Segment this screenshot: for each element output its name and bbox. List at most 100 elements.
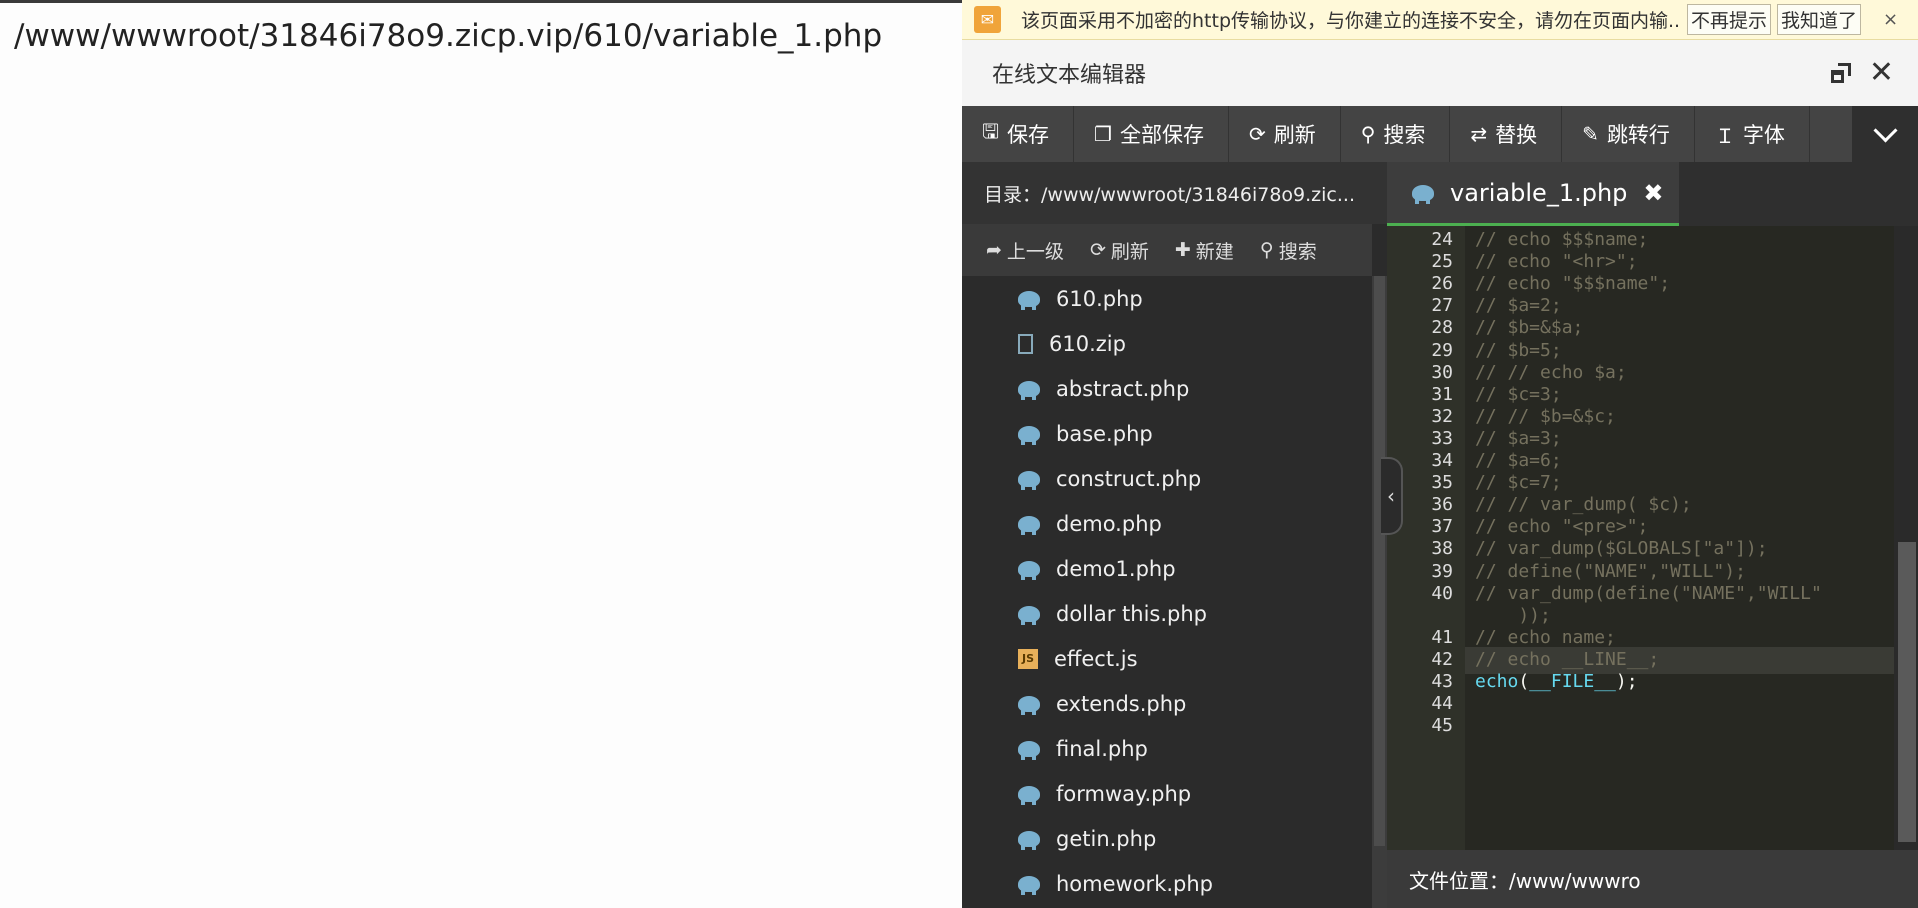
tab-variable-1[interactable]: variable_1.php ✖ bbox=[1387, 162, 1679, 226]
code-line: )); bbox=[1475, 604, 1551, 626]
zip-file-icon bbox=[1018, 333, 1033, 354]
more-tools-button[interactable] bbox=[1852, 106, 1918, 162]
php-file-icon bbox=[1412, 184, 1434, 204]
search-icon: ⚲ bbox=[1259, 239, 1274, 261]
file-item[interactable]: homework.php bbox=[962, 861, 1372, 906]
replace-icon: ⇄ bbox=[1470, 122, 1488, 146]
php-file-icon bbox=[1018, 785, 1040, 805]
search-label: 搜索 bbox=[1383, 123, 1426, 147]
file-name: homework.php bbox=[1056, 871, 1213, 896]
replace-button[interactable]: ⇄ 替换 bbox=[1450, 106, 1563, 162]
file-item[interactable]: dollar this.php bbox=[962, 591, 1372, 636]
new-file-button[interactable]: ✚ 新建 bbox=[1175, 237, 1234, 264]
code-line: // $a=6; bbox=[1475, 450, 1562, 471]
editor-scroll-thumb[interactable] bbox=[1898, 542, 1916, 842]
goto-line-button[interactable]: ✎ 跳转行 bbox=[1562, 106, 1695, 162]
new-file-label: 新建 bbox=[1195, 240, 1234, 263]
php-file-icon bbox=[1018, 470, 1040, 490]
goto-line-label: 跳转行 bbox=[1606, 123, 1670, 147]
code-line: // // echo $a; bbox=[1475, 361, 1627, 383]
file-name: getin.php bbox=[1056, 826, 1157, 851]
line-number: 42 bbox=[1431, 648, 1453, 670]
directory-path: 目录：/www/wwwroot/31846i78o9.zic... bbox=[984, 183, 1356, 206]
font-button[interactable]: Ｉ 字体 bbox=[1695, 106, 1810, 162]
close-window-icon[interactable]: ✕ bbox=[1869, 58, 1894, 88]
save-all-icon: ❐ bbox=[1094, 122, 1112, 146]
file-list-scroll-thumb[interactable] bbox=[1374, 276, 1385, 846]
up-level-button[interactable]: ➦ 上一级 bbox=[986, 237, 1064, 264]
line-number: 31 bbox=[1431, 383, 1453, 405]
code-line: // echo "<pre>"; bbox=[1475, 516, 1649, 538]
search-button[interactable]: ⚲ 搜索 bbox=[1341, 106, 1451, 162]
php-file-icon bbox=[1018, 560, 1040, 580]
line-number: 44 bbox=[1431, 693, 1453, 715]
js-file-icon: JS bbox=[1018, 648, 1038, 669]
notice-message: 该页面采用不加密的http传输协议，与你建立的连接不安全，请勿在页面内输... bbox=[1021, 10, 1681, 32]
php-file-icon bbox=[1018, 875, 1040, 895]
notice-close-icon[interactable]: × bbox=[1883, 9, 1898, 30]
code-line: // echo name; bbox=[1475, 626, 1616, 648]
line-number: 45 bbox=[1431, 715, 1453, 737]
php-file-icon bbox=[1018, 425, 1040, 445]
php-file-icon bbox=[1018, 695, 1040, 715]
editor-toolbar: 🖫 保存 ❐ 全部保存 ⟳ 刷新 ⚲ 搜索 ⇄ 替换 ✎ 跳转行 Ｉ 字体 bbox=[962, 106, 1918, 162]
file-name: extends.php bbox=[1056, 691, 1187, 716]
file-item[interactable]: formway.php bbox=[962, 771, 1372, 816]
php-file-icon bbox=[1018, 830, 1040, 850]
php-file-icon bbox=[1018, 290, 1040, 310]
file-list-scrollbar[interactable] bbox=[1372, 276, 1387, 908]
file-item[interactable]: extends.php bbox=[962, 681, 1372, 726]
file-item[interactable]: 610.zip bbox=[962, 321, 1372, 366]
line-number: 39 bbox=[1431, 560, 1453, 582]
file-item[interactable]: JS effect.js bbox=[962, 636, 1372, 681]
file-item[interactable]: getin.php bbox=[962, 816, 1372, 861]
file-name: effect.js bbox=[1054, 646, 1138, 671]
file-item[interactable]: construct.php bbox=[962, 456, 1372, 501]
file-name: abstract.php bbox=[1056, 376, 1190, 401]
line-number: 29 bbox=[1431, 339, 1453, 361]
code-line: // // var_dump( $c); bbox=[1475, 494, 1692, 516]
code-line: // var_dump(define("NAME","WILL" bbox=[1475, 582, 1822, 604]
line-number: 27 bbox=[1431, 295, 1453, 317]
code-line: // var_dump($GLOBALS["a"]); bbox=[1475, 538, 1768, 560]
file-item[interactable]: demo1.php bbox=[962, 546, 1372, 591]
code-line: // $b=5; bbox=[1475, 339, 1562, 361]
pin-icon: ✎ bbox=[1582, 122, 1599, 146]
close-tab-icon[interactable]: ✖ bbox=[1643, 179, 1663, 207]
font-label: 字体 bbox=[1742, 123, 1785, 147]
file-name: final.php bbox=[1056, 736, 1148, 761]
code-line: // $c=7; bbox=[1475, 472, 1562, 494]
editor-scrollbar[interactable] bbox=[1894, 226, 1918, 850]
code-editor[interactable]: 24 // echo $$$name; 25 // echo "<hr>"; 26 // … bbox=[1387, 226, 1918, 850]
save-button[interactable]: 🖫 保存 bbox=[962, 106, 1075, 162]
chevron-down-icon bbox=[1872, 117, 1898, 143]
refresh-icon: ⟳ bbox=[1248, 122, 1266, 146]
got-it-button[interactable]: 我知道了 bbox=[1777, 4, 1862, 35]
page-output-text: /www/wwwroot/31846i78o9.zicp.vip/610/var… bbox=[14, 18, 883, 54]
file-item[interactable]: base.php bbox=[962, 411, 1372, 456]
maximize-icon[interactable] bbox=[1830, 63, 1851, 83]
file-item[interactable]: final.php bbox=[962, 726, 1372, 771]
refresh-label: 刷新 bbox=[1273, 123, 1316, 147]
file-search-button[interactable]: ⚲ 搜索 bbox=[1260, 237, 1317, 264]
file-location: 文件位置：/www/wwwro bbox=[1409, 868, 1641, 893]
collapse-sidebar-button[interactable]: ‹ bbox=[1381, 457, 1403, 535]
line-number: 38 bbox=[1431, 538, 1453, 560]
file-item[interactable]: 610.php bbox=[962, 276, 1372, 321]
php-file-icon bbox=[1018, 515, 1040, 535]
file-item[interactable]: demo.php bbox=[962, 501, 1372, 546]
dont-remind-button[interactable]: 不再提示 bbox=[1687, 4, 1772, 35]
file-item[interactable]: abstract.php bbox=[962, 366, 1372, 411]
line-number: 26 bbox=[1431, 273, 1453, 295]
save-all-button[interactable]: ❐ 全部保存 bbox=[1074, 106, 1229, 162]
code-line: // $b=&$a; bbox=[1475, 317, 1584, 339]
php-file-icon bbox=[1018, 740, 1040, 760]
file-name: 610.zip bbox=[1049, 331, 1126, 356]
up-level-label: 上一级 bbox=[1006, 240, 1064, 263]
code-line: // $a=2; bbox=[1475, 295, 1562, 317]
line-number: 30 bbox=[1431, 361, 1453, 383]
file-name: 610.php bbox=[1056, 286, 1143, 311]
refresh-button[interactable]: ⟳ 刷新 bbox=[1229, 106, 1341, 162]
file-refresh-button[interactable]: ⟳ 刷新 bbox=[1090, 237, 1149, 264]
file-name: formway.php bbox=[1056, 781, 1192, 806]
